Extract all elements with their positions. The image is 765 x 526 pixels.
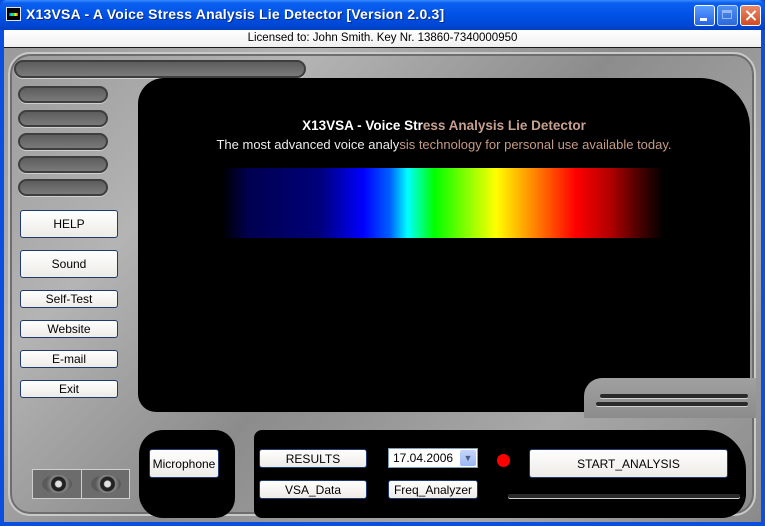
side-slot bbox=[18, 86, 108, 103]
sound-button[interactable]: Sound bbox=[20, 250, 118, 278]
email-button[interactable]: E-mail bbox=[20, 350, 118, 368]
maximize-button[interactable] bbox=[717, 5, 738, 26]
app-icon[interactable] bbox=[6, 7, 21, 21]
window-title: X13VSA - A Voice Stress Analysis Lie Det… bbox=[26, 6, 445, 22]
headline-text-fade: ess Analysis Lie Detector bbox=[422, 118, 586, 133]
results-button[interactable]: RESULTS bbox=[259, 449, 367, 468]
close-button[interactable] bbox=[740, 5, 761, 26]
minimize-button[interactable] bbox=[694, 5, 715, 26]
subline-text: The most advanced voice analy bbox=[216, 137, 400, 152]
license-bar: Licensed to: John Smith. Key Nr. 13860-7… bbox=[4, 30, 761, 48]
eyes-divider bbox=[81, 470, 82, 498]
title-bar[interactable]: X13VSA - A Voice Stress Analysis Lie Det… bbox=[0, 0, 765, 30]
top-slot bbox=[14, 60, 306, 78]
groove-line bbox=[600, 394, 748, 398]
freq-analyzer-button[interactable]: Freq_Analyzer bbox=[388, 480, 478, 499]
display-subline: The most advanced voice analysis technol… bbox=[138, 137, 750, 152]
help-button[interactable]: HELP bbox=[20, 210, 118, 238]
groove-line bbox=[508, 494, 740, 498]
screen-notch bbox=[584, 378, 756, 418]
side-slot bbox=[18, 110, 108, 127]
side-slot bbox=[18, 179, 108, 196]
headline-text: X13VSA - Voice Str bbox=[302, 118, 423, 133]
microphone-button[interactable]: Microphone bbox=[149, 449, 219, 478]
eye-icon bbox=[91, 475, 121, 493]
groove-line bbox=[596, 402, 748, 406]
date-dropdown[interactable]: 17.04.2006 ▼ bbox=[388, 448, 478, 468]
eye-icon bbox=[42, 475, 72, 493]
app-window: X13VSA - A Voice Stress Analysis Lie Det… bbox=[0, 0, 765, 526]
exit-button[interactable]: Exit bbox=[20, 380, 118, 398]
vsa-data-button[interactable]: VSA_Data bbox=[259, 480, 367, 499]
self-test-button[interactable]: Self-Test bbox=[20, 290, 118, 308]
display-headline: X13VSA - Voice Stress Analysis Lie Detec… bbox=[138, 118, 750, 133]
chevron-down-icon[interactable]: ▼ bbox=[460, 450, 476, 466]
main-panel: X13VSA - Voice Stress Analysis Lie Detec… bbox=[4, 48, 761, 522]
side-slot bbox=[18, 133, 108, 150]
date-value: 17.04.2006 bbox=[393, 451, 454, 465]
website-button[interactable]: Website bbox=[20, 320, 118, 338]
side-slot bbox=[18, 156, 108, 173]
spectrum-bar bbox=[222, 168, 664, 238]
subline-text-fade: sis technology for personal use availabl… bbox=[399, 137, 672, 152]
status-led-indicator bbox=[497, 454, 510, 467]
eyes-graphic bbox=[32, 469, 130, 499]
start-analysis-button[interactable]: START_ANALYSIS bbox=[529, 449, 728, 478]
